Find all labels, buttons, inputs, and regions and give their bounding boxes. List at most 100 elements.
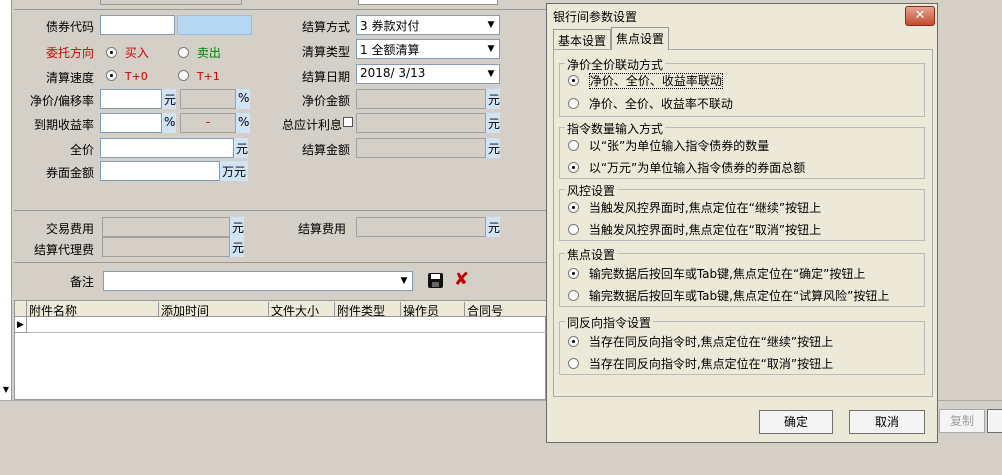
option-label: 净价、全价、收益率不联动 — [588, 97, 733, 111]
trade-fee-label: 交易费用 — [45, 222, 94, 236]
risk-option-0[interactable]: 当触发风控界面时,焦点定位在“继续”按钮上 — [568, 199, 821, 216]
face-amount-unit: 万元 — [220, 161, 248, 181]
copy-button[interactable]: 复制 — [939, 409, 985, 433]
group-risk-control: 风控设置 当触发风控界面时,焦点定位在“继续”按钮上 当触发风控界面时,焦点定位… — [559, 182, 925, 241]
quantity-option-0[interactable]: 以“张”为单位输入指令债券的数量 — [568, 137, 769, 154]
ytm-offset-display: - — [180, 113, 236, 133]
col-attachment-name[interactable]: 附件名称 — [27, 302, 159, 318]
direction-buy-radio[interactable]: 买入 — [106, 44, 149, 61]
group-reverse-order: 同反向指令设置 当存在同反向指令时,焦点定位在“继续”按钮上 当存在同反向指令时… — [559, 314, 925, 375]
agent-fee-unit: 元 — [230, 237, 244, 257]
price-linkage-option-1[interactable]: 净价、全价、收益率不联动 — [568, 95, 733, 112]
settle-date-value: 2018/ 3/13 — [360, 66, 426, 80]
section-divider-1 — [14, 210, 546, 211]
accrued-checkbox[interactable] — [343, 117, 353, 127]
radio-selected-icon[interactable] — [568, 162, 579, 173]
net-price-label: 净价/偏移率 — [29, 94, 94, 108]
net-price-input[interactable] — [100, 89, 162, 109]
close-icon[interactable]: ✕ — [905, 6, 935, 26]
radio-selected-icon[interactable] — [568, 336, 579, 347]
option-label: 当触发风控界面时,焦点定位在“继续”按钮上 — [588, 201, 822, 215]
tab-focus-settings[interactable]: 焦点设置 — [611, 27, 670, 50]
settle-amount-display — [356, 138, 486, 158]
clear-type-label: 清算类型 — [301, 45, 350, 59]
attachment-table: 附件名称 添加时间 文件大小 附件类型 操作员 合同号 ▶ — [14, 300, 547, 400]
chevron-down-icon[interactable]: ▼ — [483, 65, 499, 83]
face-amount-input[interactable] — [100, 161, 220, 181]
col-contract-no[interactable]: 合同号 — [465, 302, 547, 318]
direction-sell-radio[interactable]: 卖出 — [178, 44, 221, 61]
focus-option-0[interactable]: 输完数据后按回车或Tab键,焦点定位在“确定”按钮上 — [568, 265, 865, 282]
chevron-down-icon[interactable]: ▼ — [483, 16, 499, 34]
save-icon[interactable] — [428, 273, 443, 288]
full-price-unit: 元 — [234, 138, 248, 158]
delete-icon[interactable]: ✘ — [454, 270, 469, 290]
offset-rate-input[interactable] — [180, 89, 236, 109]
radio-unselected-icon[interactable] — [568, 358, 579, 369]
settle-amount-label: 结算金额 — [301, 143, 350, 157]
tab-basic-settings[interactable]: 基本设置 — [553, 29, 612, 49]
col-add-time[interactable]: 添加时间 — [159, 302, 269, 318]
ytm-label: 到期收益率 — [33, 118, 94, 132]
group-title: 风控设置 — [565, 182, 618, 199]
bond-code-input[interactable] — [100, 15, 175, 35]
radio-selected-icon[interactable] — [568, 202, 579, 213]
left-scroll-down-icon[interactable]: ▼ — [0, 383, 12, 397]
remark-input[interactable]: ▼ — [103, 271, 413, 291]
clear-type-select[interactable]: 1 全额清算 ▼ — [356, 39, 500, 59]
speed-t1-radio[interactable]: T+1 — [178, 69, 220, 83]
net-price-unit: 元 — [162, 89, 176, 109]
net-amount-label: 净价金额 — [301, 94, 350, 108]
risk-option-1[interactable]: 当触发风控界面时,焦点定位在“取消”按钮上 — [568, 221, 821, 238]
price-linkage-option-0[interactable]: 净价、全价、收益率联动 — [568, 72, 723, 89]
offset-rate-unit: % — [236, 89, 250, 109]
direction-label: 委托方向 — [45, 46, 94, 60]
radio-unselected-icon[interactable] — [178, 47, 189, 58]
reverse-option-1[interactable]: 当存在同反向指令时,焦点定位在“取消”按钮上 — [568, 355, 833, 372]
quantity-option-1[interactable]: 以“万元”为单位输入指令债券的券面总额 — [568, 159, 805, 176]
radio-selected-icon[interactable] — [106, 47, 117, 58]
radio-unselected-icon[interactable] — [568, 98, 579, 109]
option-label: 当存在同反向指令时,焦点定位在“取消”按钮上 — [588, 357, 834, 371]
settle-date-picker[interactable]: 2018/ 3/13 ▼ — [356, 64, 500, 84]
section-divider-2 — [14, 262, 546, 263]
chevron-down-icon[interactable]: ▼ — [396, 272, 412, 290]
reverse-option-0[interactable]: 当存在同反向指令时,焦点定位在“继续”按钮上 — [568, 333, 833, 350]
settle-date-label: 结算日期 — [301, 70, 350, 84]
net-amount-unit: 元 — [486, 89, 500, 109]
accrued-label: 总应计利息 — [281, 118, 342, 132]
group-title: 焦点设置 — [565, 246, 618, 263]
settle-method-select[interactable]: 3 券款对付 ▼ — [356, 15, 500, 35]
col-attachment-type[interactable]: 附件类型 — [335, 302, 401, 318]
group-title: 净价全价联动方式 — [565, 56, 666, 73]
radio-unselected-icon[interactable] — [568, 224, 579, 235]
chevron-down-icon[interactable]: ▼ — [483, 40, 499, 58]
radio-unselected-icon[interactable] — [568, 140, 579, 151]
focus-option-1[interactable]: 输完数据后按回车或Tab键,焦点定位在“试算风险”按钮上 — [568, 287, 889, 304]
radio-unselected-icon[interactable] — [178, 70, 189, 81]
remark-label: 备注 — [69, 275, 94, 289]
speed-t0-radio[interactable]: T+0 — [106, 69, 148, 83]
partial-button[interactable] — [987, 409, 1002, 433]
ytm-offset-unit: % — [236, 113, 250, 133]
radio-selected-icon[interactable] — [568, 268, 579, 279]
option-label: 当存在同反向指令时,焦点定位在“继续”按钮上 — [588, 335, 834, 349]
table-row[interactable] — [27, 317, 547, 333]
ok-button[interactable]: 确定 — [759, 410, 833, 434]
speed-label: 清算速度 — [45, 71, 94, 85]
row-header-corner — [15, 301, 27, 317]
radio-unselected-icon[interactable] — [568, 290, 579, 301]
option-label: 输完数据后按回车或Tab键,焦点定位在“试算风险”按钮上 — [588, 289, 890, 303]
radio-selected-icon[interactable] — [106, 70, 117, 81]
trade-fee-unit: 元 — [230, 217, 244, 237]
col-operator[interactable]: 操作员 — [401, 302, 465, 318]
full-price-input[interactable] — [100, 138, 234, 158]
col-file-size[interactable]: 文件大小 — [269, 302, 335, 318]
bond-code-label: 债券代码 — [45, 20, 94, 34]
ytm-input[interactable] — [100, 113, 162, 133]
group-focus: 焦点设置 输完数据后按回车或Tab键,焦点定位在“确定”按钮上 输完数据后按回车… — [559, 246, 925, 307]
face-amount-label: 券面金额 — [45, 166, 94, 180]
radio-selected-icon[interactable] — [568, 75, 579, 86]
cancel-button[interactable]: 取消 — [849, 410, 925, 434]
speed-t0-label: T+0 — [124, 70, 148, 83]
